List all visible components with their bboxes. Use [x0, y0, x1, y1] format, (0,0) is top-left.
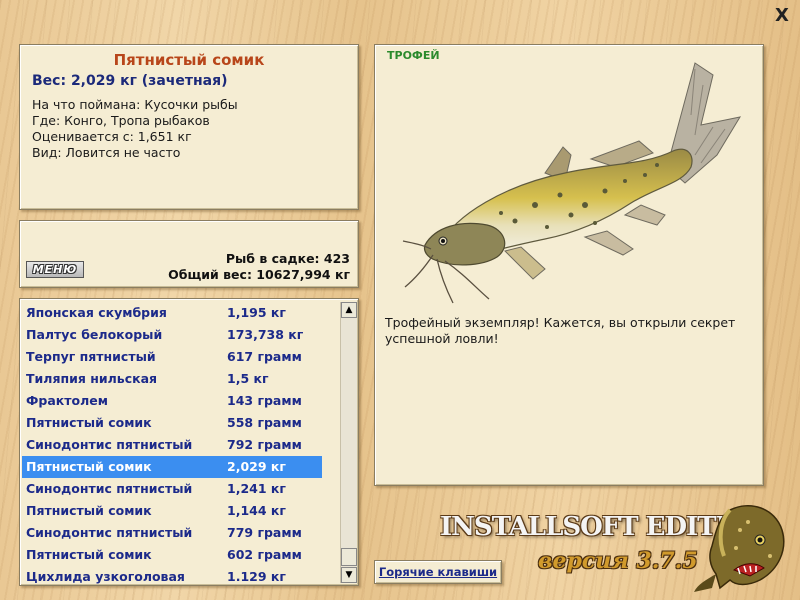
arrow-up-icon[interactable]: ▲: [341, 302, 357, 318]
list-item[interactable]: Палтус белокорый 173,738 кг: [22, 324, 322, 346]
fish-weight-cell: 779 грамм: [227, 525, 302, 540]
list-item[interactable]: Японская скумбрия 1,195 кг: [22, 302, 322, 324]
list-item[interactable]: Пятнистый сомик 1,144 кг: [22, 500, 322, 522]
fish-name-cell: Пятнистый сомик: [26, 459, 152, 474]
fish-name-cell: Пятнистый сомик: [26, 547, 152, 562]
fish-name-cell: Синодонтис пятнистый: [26, 481, 193, 496]
list-item[interactable]: Фрактолем 143 грамм: [22, 390, 322, 412]
total-weight: Общий вес: 10627,994 кг: [168, 267, 350, 282]
fish-name-cell: Терпуг пятнистый: [26, 349, 156, 364]
trophy-description: Трофейный экземпляр! Кажется, вы открыли…: [385, 315, 736, 346]
fish-name-cell: Синодонтис пятнистый: [26, 437, 193, 452]
fish-name-cell: Палтус белокорый: [26, 327, 163, 342]
arrow-down-icon[interactable]: ▼: [341, 567, 357, 583]
scroll-thumb[interactable]: [341, 548, 357, 566]
fish-weight-cell: 558 грамм: [227, 415, 302, 430]
caught-with-line: На что поймана: Кусочки рыбы: [32, 97, 238, 112]
list-item[interactable]: Тиляпия нильская 1,5 кг: [22, 368, 322, 390]
fish-weight-cell: 1,144 кг: [227, 503, 286, 518]
list-item[interactable]: Синодонтис пятнистый 792 грамм: [22, 434, 322, 456]
fish-weight-cell: 1,5 кг: [227, 371, 269, 386]
fish-weight-cell: 1,195 кг: [227, 305, 286, 320]
rated-from-line: Оценивается с: 1,651 кг: [32, 129, 192, 144]
catfish-image: [402, 62, 742, 304]
keepnet-stats-panel: МЕНЮ Рыб в садке: 423 Общий вес: 10627,9…: [19, 220, 359, 288]
list-item[interactable]: Синодонтис пятнистый 1,241 кг: [22, 478, 322, 500]
fish-name-cell: Фрактолем: [26, 393, 108, 408]
fish-weight-cell: 1.129 кг: [227, 569, 286, 584]
fish-weight-cell: 617 грамм: [227, 349, 302, 364]
trophy-panel: ТРОФЕЙ Трофейный экземпляр! Кажется, вы …: [374, 44, 764, 486]
close-icon[interactable]: X: [772, 6, 792, 26]
fish-weight-cell: 602 грамм: [227, 547, 302, 562]
list-item[interactable]: Пятнистый сомик 2,029 кг: [22, 456, 322, 478]
hotkeys-button[interactable]: Горячие клавиши: [374, 560, 502, 584]
catch-list[interactable]: Японская скумбрия 1,195 кг Палтус белокоры…: [19, 298, 359, 586]
fish-name: Пятнистый сомик: [113, 51, 265, 69]
fish-name-cell: Пятнистый сомик: [26, 415, 152, 430]
fish-name-cell: Синодонтис пятнистый: [26, 525, 193, 540]
location-line: Где: Конго, Тропа рыбаков: [32, 113, 210, 128]
fish-weight-cell: 173,738 кг: [227, 327, 304, 342]
version-label: версия 3.7.5: [538, 548, 698, 574]
fish-count: Рыб в садке: 423: [225, 251, 350, 266]
fish-name-cell: Пятнистый сомик: [26, 503, 152, 518]
fish-name-cell: Цихлида узкоголовая: [26, 569, 185, 584]
fish-weight: Вес: 2,029 кг (зачетная): [32, 73, 228, 89]
fish-name-cell: Тиляпия нильская: [26, 371, 158, 386]
hotkeys-label[interactable]: Горячие клавиши: [375, 565, 501, 579]
list-item[interactable]: Пятнистый сомик 602 грамм: [22, 544, 322, 566]
fish-name-cell: Японская скумбрия: [26, 305, 167, 320]
fish-weight-cell: 2,029 кг: [227, 459, 286, 474]
fish-weight-cell: 143 грамм: [227, 393, 302, 408]
species-rarity-line: Вид: Ловится не часто: [32, 145, 181, 160]
pike-logo: [694, 505, 785, 592]
fish-info-panel: Пятнистый сомик Вес: 2,029 кг (зачетная)…: [19, 44, 359, 210]
fish-weight-cell: 792 грамм: [227, 437, 302, 452]
list-scrollbar[interactable]: ▲ ▼: [340, 302, 357, 583]
list-item[interactable]: Цихлида узкоголовая 1.129 кг: [22, 566, 322, 585]
list-item[interactable]: Терпуг пятнистый 617 грамм: [22, 346, 322, 368]
menu-button[interactable]: МЕНЮ: [26, 261, 84, 278]
list-item[interactable]: Пятнистый сомик 558 грамм: [22, 412, 322, 434]
list-item[interactable]: Синодонтис пятнистый 779 грамм: [22, 522, 322, 544]
fish-weight-cell: 1,241 кг: [227, 481, 286, 496]
